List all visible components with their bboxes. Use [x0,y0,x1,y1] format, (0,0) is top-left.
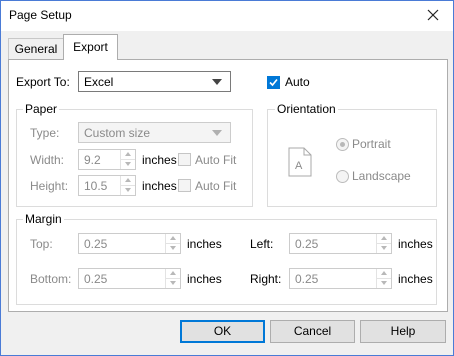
spin-down-icon[interactable] [165,279,180,288]
margin-right-value: 0.25 [295,272,319,286]
spin-up-icon[interactable] [165,269,180,279]
chevron-down-icon [212,79,222,85]
margin-left-unit: inches [398,237,433,251]
chevron-down-icon [212,130,222,136]
portrait-label: Portrait [352,137,391,151]
tab-general[interactable]: General [8,38,64,59]
orientation-icon-letter: A [295,160,303,172]
height-auto-fit-label: Auto Fit [195,179,237,193]
tab-export[interactable]: Export [63,34,118,60]
paper-type-label: Type: [30,126,60,140]
orientation-group-label: Orientation [275,102,338,116]
landscape-radio[interactable] [336,170,349,183]
checkmark-icon [269,78,278,87]
paper-height-value: 10.5 [84,179,108,193]
spin-up-icon[interactable] [376,269,391,279]
spin-up-icon[interactable] [120,176,135,186]
export-to-select[interactable]: Excel [78,71,231,92]
paper-type-select[interactable]: Custom size [78,122,231,143]
margin-group-label: Margin [23,212,64,226]
margin-left-value: 0.25 [295,237,319,251]
margin-left-label: Left: [250,237,274,251]
margin-left-stepper[interactable]: 0.25 [289,233,392,254]
spin-down-icon[interactable] [376,279,391,288]
close-icon[interactable] [423,5,443,25]
auto-checkbox[interactable] [267,76,280,89]
paper-width-stepper[interactable]: 9.2 [78,149,136,170]
margin-bottom-unit: inches [187,272,222,286]
cancel-button[interactable]: Cancel [270,320,355,343]
paper-group-label: Paper [23,102,60,116]
width-auto-fit-label: Auto Fit [195,153,237,167]
margin-top-stepper[interactable]: 0.25 [78,233,181,254]
spin-up-icon[interactable] [165,234,180,244]
margin-bottom-label: Bottom: [30,272,72,286]
margin-bottom-value: 0.25 [84,272,108,286]
paper-width-value: 9.2 [84,153,101,167]
height-auto-fit-checkbox[interactable] [178,179,191,192]
export-panel: Export To: Excel Auto Paper Type: Custom… [8,59,448,312]
title-bar: Page Setup [1,1,453,31]
margin-top-label: Top: [30,237,53,251]
margin-right-stepper[interactable]: 0.25 [289,268,392,289]
tab-strip: General Export [1,31,453,61]
spin-down-icon[interactable] [120,160,135,169]
page-setup-dialog: Page Setup General Export Export To: Exc… [0,0,454,356]
spin-down-icon[interactable] [120,186,135,195]
spin-down-icon[interactable] [165,244,180,253]
ok-button[interactable]: OK [180,320,265,343]
margin-right-label: Right: [250,272,282,286]
export-to-value: Excel [84,75,114,89]
paper-width-label: Width: [30,153,65,167]
paper-width-unit: inches [142,153,177,167]
landscape-label: Landscape [352,169,411,183]
export-to-label: Export To: [16,75,70,89]
paper-height-label: Height: [30,179,69,193]
paper-type-value: Custom size [84,126,151,140]
margin-right-unit: inches [398,272,433,286]
margin-top-value: 0.25 [84,237,108,251]
dialog-title: Page Setup [9,8,72,22]
width-auto-fit-checkbox[interactable] [178,153,191,166]
margin-bottom-stepper[interactable]: 0.25 [78,268,181,289]
margin-top-unit: inches [187,237,222,251]
paper-height-unit: inches [142,179,177,193]
spin-up-icon[interactable] [120,150,135,160]
portrait-radio[interactable] [336,138,349,151]
margin-group [16,219,437,305]
auto-label: Auto [285,75,310,89]
help-button[interactable]: Help [360,320,446,343]
spin-up-icon[interactable] [376,234,391,244]
spin-down-icon[interactable] [376,244,391,253]
paper-height-stepper[interactable]: 10.5 [78,175,136,196]
